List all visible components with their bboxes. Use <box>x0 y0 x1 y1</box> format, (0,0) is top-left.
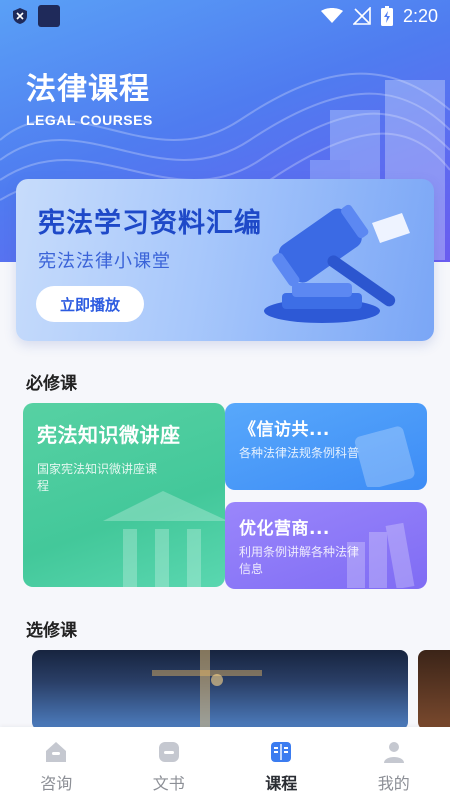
course-card-constitution[interactable]: 宪法知识微讲座 国家宪法知识微讲座课程 <box>23 403 225 587</box>
book-icon <box>271 742 292 762</box>
course-card-desc: 各种法律法规条例科普 <box>239 446 360 460</box>
bottom-tab-bar: 咨询 文书 课程 我的 <box>0 727 450 800</box>
tab-courses[interactable]: 课程 <box>225 727 338 800</box>
course-card-petition[interactable]: 《信访共... 各种法律法规条例科普 <box>225 403 427 490</box>
books-icon <box>347 522 415 588</box>
home-icon <box>46 742 67 762</box>
tab-documents[interactable]: 文书 <box>113 727 226 800</box>
required-section-title: 必修课 <box>26 374 77 394</box>
header: 法律课程 LEGAL COURSES <box>26 64 153 128</box>
course-card-desc: 国家宪法知识微讲座课程 <box>37 462 158 493</box>
course-card-title: 宪法知识微讲座 <box>37 423 181 447</box>
course-card-business[interactable]: 优化营商... 利用条例讲解各种法律信息 <box>225 502 427 589</box>
battery-charging-icon <box>380 6 393 26</box>
featured-banner[interactable]: 宪法学习资料汇编 宪法法律小课堂 立即播放 <box>16 179 434 341</box>
app-notification-icon <box>38 5 60 27</box>
user-icon <box>383 742 404 763</box>
shield-icon <box>13 8 27 24</box>
tab-label: 我的 <box>377 774 410 793</box>
no-signal-icon <box>352 7 371 25</box>
tab-mine[interactable]: 我的 <box>338 727 450 800</box>
wifi-icon <box>320 8 343 23</box>
clock: 2:20 <box>402 5 438 26</box>
document-icon <box>158 742 179 762</box>
course-card-desc: 利用条例讲解各种法律信息 <box>239 545 360 576</box>
banner-title: 宪法学习资料汇编 <box>38 208 262 239</box>
play-now-button[interactable]: 立即播放 <box>36 286 144 322</box>
elective-course-image[interactable] <box>32 650 408 730</box>
course-card-title: 《信访共... <box>239 420 330 440</box>
tab-label: 文书 <box>152 774 185 793</box>
elective-course-image-next[interactable] <box>418 650 450 730</box>
tab-label: 咨询 <box>40 774 73 793</box>
page-title: 法律课程 <box>26 72 150 107</box>
document-icon <box>354 426 415 487</box>
gavel-icon <box>264 204 410 323</box>
course-card-title: 优化营商... <box>239 519 330 539</box>
tab-consult[interactable]: 咨询 <box>0 727 113 800</box>
elective-section-title: 选修课 <box>26 621 77 641</box>
tab-label: 课程 <box>265 774 298 793</box>
banner-subtitle: 宪法法律小课堂 <box>38 251 171 272</box>
status-bar: 2:20 <box>0 0 450 32</box>
justice-scale-image <box>152 650 262 730</box>
page-subtitle: LEGAL COURSES <box>26 112 153 128</box>
pillar-icon <box>103 491 225 587</box>
